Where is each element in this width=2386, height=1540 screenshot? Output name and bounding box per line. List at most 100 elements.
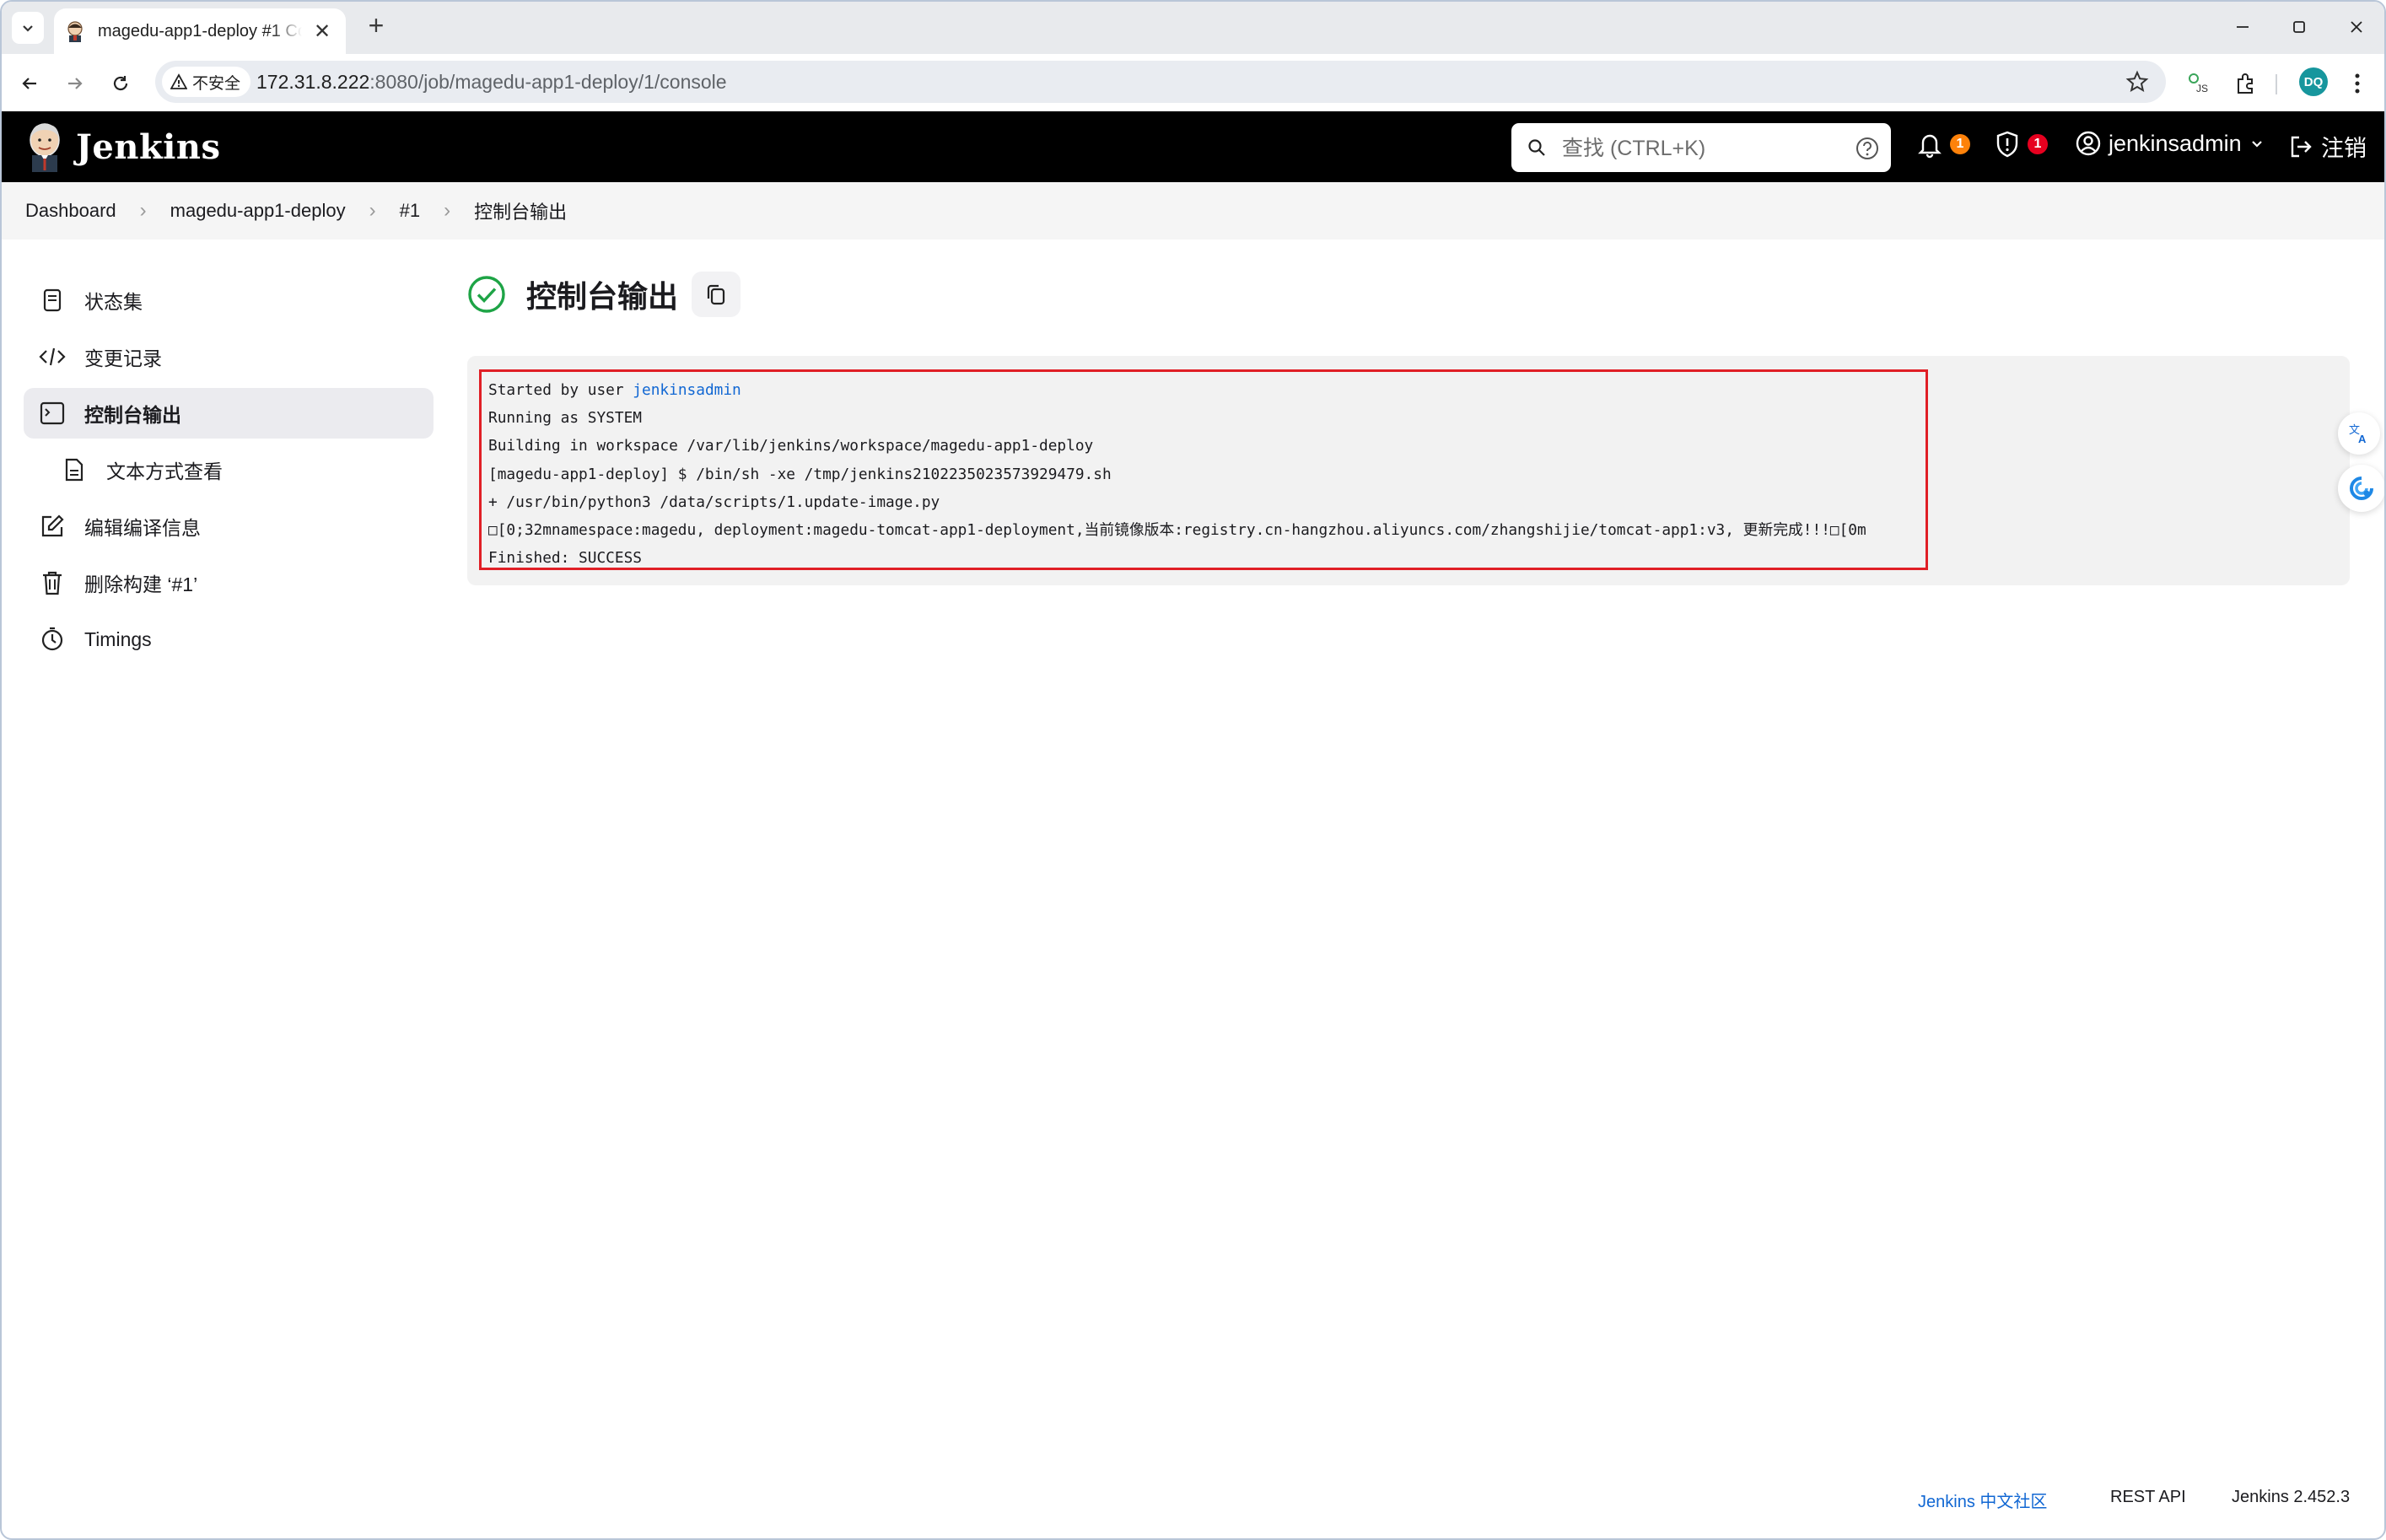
logout-button[interactable]: 注销: [2287, 130, 2367, 163]
maximize-icon: [2293, 21, 2305, 33]
tab-title: magedu-app1-deploy #1 Console: [98, 21, 302, 40]
user-icon: [2076, 131, 2101, 156]
reload-icon: [113, 76, 128, 91]
tab-search-button[interactable]: [12, 12, 44, 44]
chevron-right-icon: ›: [369, 199, 376, 222]
svg-text:JS: JS: [2196, 83, 2208, 94]
search-input[interactable]: [1560, 132, 1825, 165]
footer-version[interactable]: Jenkins 2.452.3: [2232, 1488, 2350, 1507]
sidebar-item-label: 控制台输出: [84, 404, 181, 426]
url-host: 172.31.8.222: [256, 71, 370, 93]
bell-icon: [1918, 134, 1942, 159]
notepad-icon: [37, 288, 67, 313]
security-label: 不安全: [192, 74, 241, 93]
sidebar-item-changes[interactable]: 变更记录: [24, 331, 434, 382]
minimize-button[interactable]: [2226, 12, 2259, 42]
console-line-3: Building in workspace /var/lib/jenkins/w…: [488, 437, 1094, 455]
console-user-link[interactable]: jenkinsadmin: [633, 381, 741, 399]
reload-button[interactable]: [105, 67, 137, 100]
back-button[interactable]: [13, 67, 46, 100]
jenkins-favicon-icon: [67, 21, 83, 42]
sidebar-item-label: 状态集: [84, 291, 143, 313]
chevron-down-icon: [23, 25, 33, 32]
browser-tab-active[interactable]: magedu-app1-deploy #1 Console ✕: [54, 8, 346, 54]
console-line-1-prefix: Started by user: [488, 381, 633, 399]
breadcrumb: Dashboard › magedu-app1-deploy › #1 › 控制…: [2, 182, 2384, 240]
console-line-1: Started by user jenkinsadmin: [488, 381, 741, 399]
sidebar-item-delete-build[interactable]: 删除构建 ‘#1’: [24, 557, 434, 608]
close-tab-icon[interactable]: ✕: [312, 19, 332, 44]
minimize-icon: [2237, 26, 2249, 28]
security-alerts-button[interactable]: 1: [1994, 130, 2048, 159]
url-path: :8080/job/magedu-app1-deploy/1/console: [369, 71, 727, 93]
console-line-4: [magedu-app1-deploy] $ /bin/sh -xe /tmp/…: [488, 465, 1112, 483]
trash-icon: [37, 569, 67, 596]
translate-widget-button[interactable]: 文A: [2338, 412, 2380, 455]
console-line-7: Finished: SUCCESS: [488, 549, 642, 568]
arrow-left-icon: [22, 78, 36, 89]
forward-button[interactable]: [59, 67, 91, 100]
breadcrumb-dashboard[interactable]: Dashboard: [2, 200, 116, 222]
warning-icon: [170, 73, 187, 89]
browser-window: magedu-app1-deploy #1 Console ✕ + 不安全: [0, 0, 2386, 1540]
copy-icon: [707, 284, 725, 305]
tab-strip: magedu-app1-deploy #1 Console ✕ +: [2, 2, 2384, 54]
sidebar-item-label: 编辑编译信息: [84, 517, 201, 539]
document-icon: [59, 457, 89, 482]
sidebar-item-label: Timings: [84, 627, 152, 650]
edit-icon: [37, 514, 67, 539]
assistant-icon: [2350, 477, 2373, 500]
toolbar-separator: [2276, 74, 2277, 94]
code-icon: [37, 346, 67, 368]
close-icon: [2351, 21, 2362, 33]
notifications-badge: 1: [1950, 134, 1970, 154]
console-line-2: Running as SYSTEM: [488, 409, 642, 428]
security-badge: 1: [2028, 134, 2048, 154]
profile-avatar[interactable]: DQ: [2299, 67, 2328, 96]
chevron-right-icon: ›: [444, 199, 451, 222]
shield-icon: [1996, 131, 2018, 158]
close-window-button[interactable]: [2340, 12, 2373, 42]
user-menu[interactable]: jenkinsadmin: [2075, 130, 2265, 157]
console-line-5: + /usr/bin/python3 /data/scripts/1.updat…: [488, 493, 940, 511]
sidebar-item-timings[interactable]: Timings: [24, 614, 434, 665]
footer-rest-api-link[interactable]: REST API: [2110, 1488, 2186, 1507]
success-check-icon: [468, 276, 505, 313]
extensions-puzzle-icon[interactable]: [2232, 69, 2260, 98]
copy-button[interactable]: [692, 272, 741, 317]
jenkins-logo-link[interactable]: Jenkins: [25, 121, 220, 172]
page-title-row: 控制台输出: [467, 272, 741, 317]
arrow-right-icon: [68, 78, 83, 89]
breadcrumb-build[interactable]: #1: [376, 200, 420, 222]
console-output: Started by user jenkinsadmin Running as …: [488, 376, 1866, 572]
brand-name: Jenkins: [76, 127, 221, 167]
breadcrumb-job[interactable]: magedu-app1-deploy: [147, 200, 346, 222]
notifications-button[interactable]: 1: [1916, 130, 1970, 159]
search-box: [1511, 123, 1891, 172]
jenkins-header: Jenkins 1 1 jenkinsadmin 注销: [2, 111, 2384, 182]
sidebar-item-edit-info[interactable]: 编辑编译信息: [24, 501, 434, 552]
sidebar-item-console[interactable]: 控制台输出: [24, 388, 434, 439]
sidebar-item-plain-text[interactable]: 文本方式查看: [24, 444, 434, 495]
security-chip[interactable]: 不安全: [162, 67, 251, 97]
help-icon[interactable]: [1855, 137, 1879, 160]
jenkins-butler-icon: [30, 123, 60, 172]
sidebar-item-status[interactable]: 状态集: [24, 275, 434, 326]
maximize-button[interactable]: [2282, 12, 2316, 42]
address-bar[interactable]: 不安全 172.31.8.222:8080/job/magedu-app1-de…: [155, 61, 2166, 103]
translate-icon: 文A: [2349, 424, 2367, 445]
page-title: 控制台输出: [526, 279, 679, 314]
breadcrumb-console[interactable]: 控制台输出: [450, 197, 567, 224]
footer-community-link[interactable]: Jenkins 中文社区: [1918, 1488, 2047, 1512]
username-label: jenkinsadmin: [2109, 130, 2242, 156]
sidebar-item-label: 变更记录: [84, 347, 162, 369]
terminal-icon: [37, 401, 67, 425]
logout-icon: [2291, 136, 2312, 157]
js-extension-icon[interactable]: JS: [2184, 69, 2213, 98]
chevron-down-icon: [2251, 141, 2262, 148]
bookmark-star-icon[interactable]: [2125, 70, 2149, 98]
new-tab-button[interactable]: +: [359, 10, 393, 41]
assistant-widget-button[interactable]: [2338, 465, 2384, 512]
browser-menu-icon[interactable]: [2343, 69, 2372, 98]
url-text[interactable]: 172.31.8.222:8080/job/magedu-app1-deploy…: [256, 71, 727, 94]
